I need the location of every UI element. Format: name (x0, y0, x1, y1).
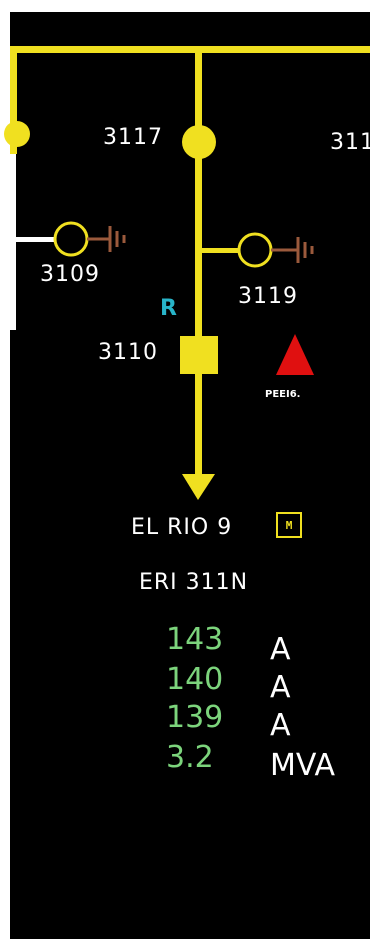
feeder-line-upper (195, 50, 202, 350)
feeder-code: ERI 311N (139, 570, 249, 595)
left-panel (0, 152, 16, 330)
measurement-value-3: 139 (166, 700, 224, 735)
branch-3109-line (16, 237, 56, 242)
breaker-3110[interactable] (180, 336, 218, 374)
measurement-value-2: 140 (166, 662, 224, 697)
node-label-3119: 3119 (238, 284, 298, 309)
alarm-label: PEEI6. (265, 389, 301, 400)
node-label-311-clipped: 311 (330, 130, 370, 155)
manual-mode-letter: M (285, 518, 293, 532)
breaker-mark-label: R (160, 296, 178, 321)
measurement-unit-1: A (270, 632, 291, 667)
measurement-unit-3: A (270, 708, 291, 743)
feeder-line-lower (195, 360, 202, 475)
node-label-3110: 3110 (98, 340, 158, 365)
node-label-3109: 3109 (40, 262, 100, 287)
switch-left-node[interactable] (4, 121, 30, 147)
measurement-unit-2: A (270, 670, 291, 705)
node-label-3117: 3117 (103, 125, 163, 150)
manual-mode-icon[interactable]: M (276, 512, 302, 538)
measurement-value-1: 143 (166, 622, 224, 657)
main-bus-bar (10, 46, 370, 53)
switch-3117-node[interactable] (182, 125, 216, 159)
measurement-value-4: 3.2 (166, 740, 214, 775)
single-line-diagram (0, 12, 370, 939)
feeder-name: EL RIO 9 (131, 515, 233, 540)
branch-3119-line (200, 248, 240, 253)
measurement-unit-4: MVA (270, 748, 336, 783)
